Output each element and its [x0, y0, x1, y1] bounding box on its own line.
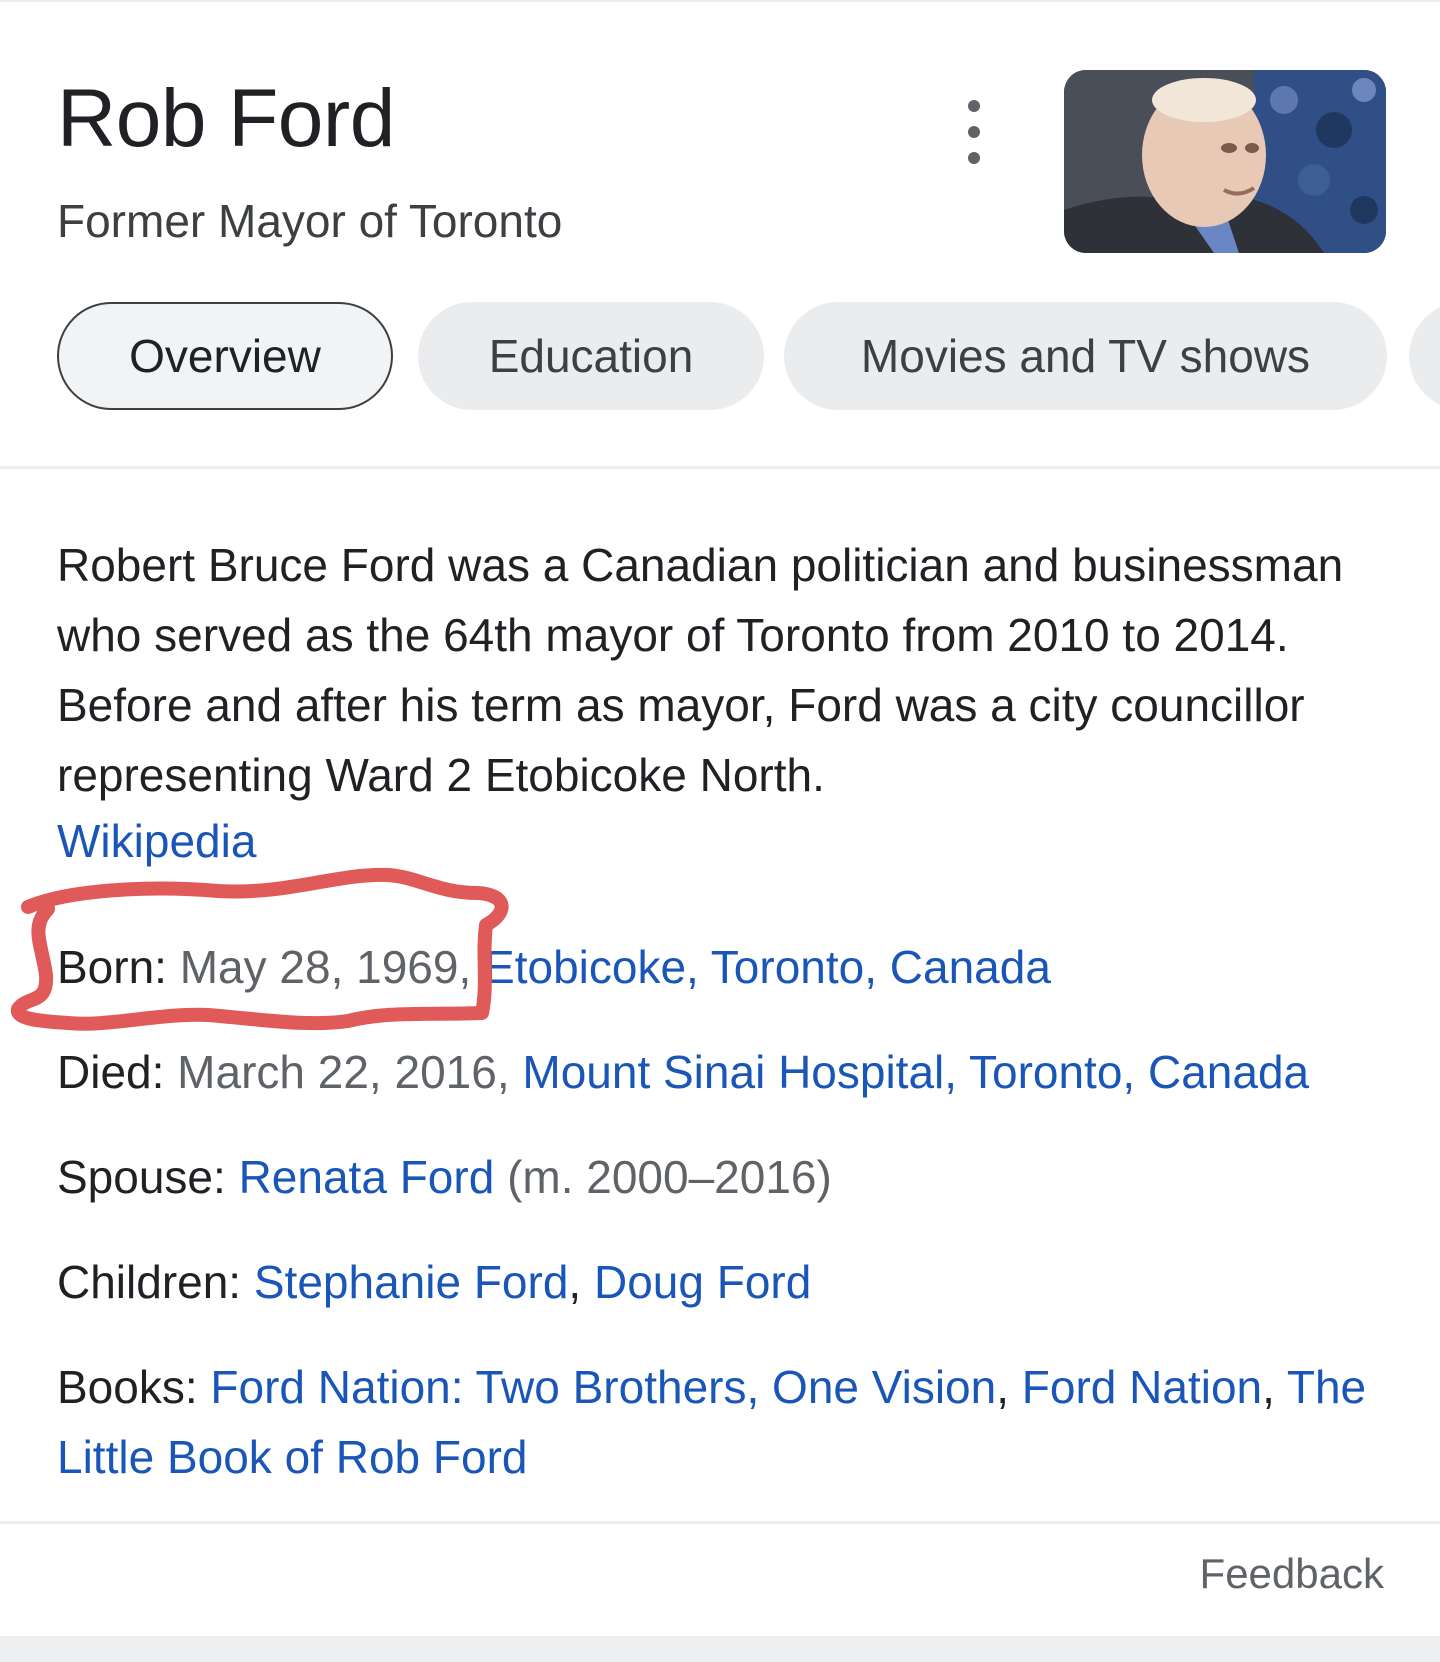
tab-bar: Overview Education Movies and TV shows [57, 302, 1440, 412]
kebab-dot [968, 126, 980, 138]
bottom-band [0, 1636, 1440, 1662]
entity-subtitle: Former Mayor of Toronto [57, 195, 563, 247]
knowledge-panel-header: Rob Ford Former Mayor of Toronto Overvie… [0, 0, 1440, 470]
fact-died: Died: March 22, 2016, Mount Sinai Hospit… [57, 1037, 1397, 1107]
tab-education[interactable]: Education [418, 302, 764, 410]
fact-label-born: Born: [57, 941, 167, 993]
died-place-link[interactable]: Mount Sinai Hospital, Toronto, Canada [522, 1046, 1309, 1098]
feedback-link[interactable]: Feedback [1200, 1553, 1384, 1595]
book-link[interactable]: Ford Nation: Two Brothers, One Vision [210, 1361, 996, 1413]
entity-title: Rob Ford [57, 73, 395, 164]
born-place-link[interactable]: Etobicoke, Toronto, Canada [484, 941, 1051, 993]
list-separator: , [568, 1256, 594, 1308]
fact-label-spouse: Spouse: [57, 1151, 226, 1203]
tab-overview[interactable]: Overview [57, 302, 393, 410]
born-date: May 28, 1969, [179, 941, 472, 993]
child-link[interactable]: Doug Ford [594, 1256, 811, 1308]
list-separator: , [996, 1361, 1022, 1413]
spouse-detail: (m. 2000–2016) [507, 1151, 832, 1203]
fact-books: Books: Ford Nation: Two Brothers, One Vi… [57, 1352, 1397, 1492]
entity-description: Robert Bruce Ford was a Canadian politic… [57, 539, 1344, 801]
tab-movies-and-tv-shows[interactable]: Movies and TV shows [784, 302, 1387, 410]
footer-divider [0, 1521, 1440, 1524]
tab-next-partial[interactable] [1409, 302, 1440, 410]
book-link[interactable]: Ford Nation [1022, 1361, 1262, 1413]
fact-label-children: Children: [57, 1256, 242, 1308]
kebab-dot [968, 152, 980, 164]
fact-label-books: Books: [57, 1361, 198, 1413]
fact-spouse: Spouse: Renata Ford (m. 2000–2016) [57, 1142, 1397, 1212]
header-divider [0, 466, 1440, 469]
fact-label-died: Died: [57, 1046, 165, 1098]
kebab-dot [968, 100, 980, 112]
died-date: March 22, 2016, [177, 1046, 510, 1098]
entity-photo[interactable] [1064, 70, 1386, 253]
portrait-image [1064, 70, 1386, 253]
list-separator: , [1262, 1361, 1287, 1413]
wikipedia-source-link[interactable]: Wikipedia [57, 806, 256, 876]
fact-children: Children: Stephanie Ford, Doug Ford [57, 1247, 1397, 1317]
spouse-link[interactable]: Renata Ford [239, 1151, 495, 1203]
child-link[interactable]: Stephanie Ford [254, 1256, 569, 1308]
fact-born: Born: May 28, 1969, Etobicoke, Toronto, … [57, 932, 1397, 1002]
more-vert-icon[interactable] [950, 100, 998, 164]
wikipedia-link[interactable]: Wikipedia [57, 815, 256, 867]
